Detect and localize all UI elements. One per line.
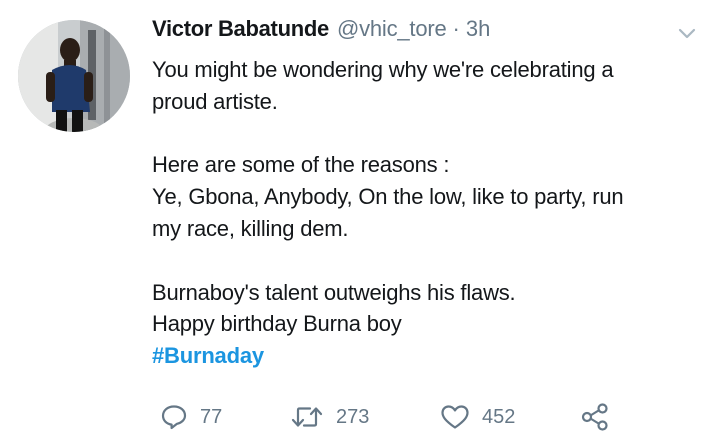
author-handle[interactable]: @vhic_tore bbox=[337, 14, 447, 44]
tweet-line: Here are some of the reasons : bbox=[152, 152, 450, 178]
share-icon bbox=[581, 403, 608, 431]
tweet-line: Happy birthday Burna boy bbox=[152, 311, 402, 337]
reply-icon bbox=[161, 405, 187, 430]
tweet-header: Victor Babatunde @vhic_tore · 3h bbox=[152, 14, 490, 44]
tweet-line: proud artiste. bbox=[152, 88, 278, 114]
like-count: 452 bbox=[482, 405, 516, 428]
chevron-down-icon bbox=[678, 28, 696, 39]
reply-button[interactable]: 77 bbox=[160, 400, 222, 434]
more-options-button[interactable] bbox=[676, 22, 698, 44]
heart-icon bbox=[441, 405, 469, 429]
separator-dot: · bbox=[452, 16, 460, 41]
author-name[interactable]: Victor Babatunde bbox=[152, 14, 329, 44]
share-button[interactable] bbox=[580, 400, 610, 434]
tweet-actions: 77 273 452 bbox=[152, 400, 672, 434]
tweet-card[interactable]: Victor Babatunde @vhic_tore · 3h You mig… bbox=[0, 0, 720, 448]
tweet-line: my race, killing dem. bbox=[152, 215, 349, 241]
like-button[interactable]: 452 bbox=[440, 400, 515, 434]
retweet-icon bbox=[291, 407, 323, 427]
retweet-count: 273 bbox=[336, 405, 370, 428]
tweet-line: You might be wondering why we're celebra… bbox=[152, 57, 614, 82]
retweet-button[interactable]: 273 bbox=[290, 400, 369, 434]
timestamp[interactable]: 3h bbox=[466, 14, 490, 44]
tweet-line: Ye, Gbona, Anybody, On the low, like to … bbox=[152, 184, 624, 210]
tweet-text: You might be wondering why we're celebra… bbox=[152, 54, 704, 372]
line-break bbox=[152, 245, 704, 277]
user-avatar-icon bbox=[18, 20, 130, 132]
line-break bbox=[152, 118, 704, 150]
avatar[interactable] bbox=[18, 20, 130, 132]
hashtag-link[interactable]: #Burnaday bbox=[152, 340, 704, 372]
reply-count: 77 bbox=[200, 405, 223, 428]
tweet-line: Burnaboy's talent outweighs his flaws. bbox=[152, 279, 516, 305]
